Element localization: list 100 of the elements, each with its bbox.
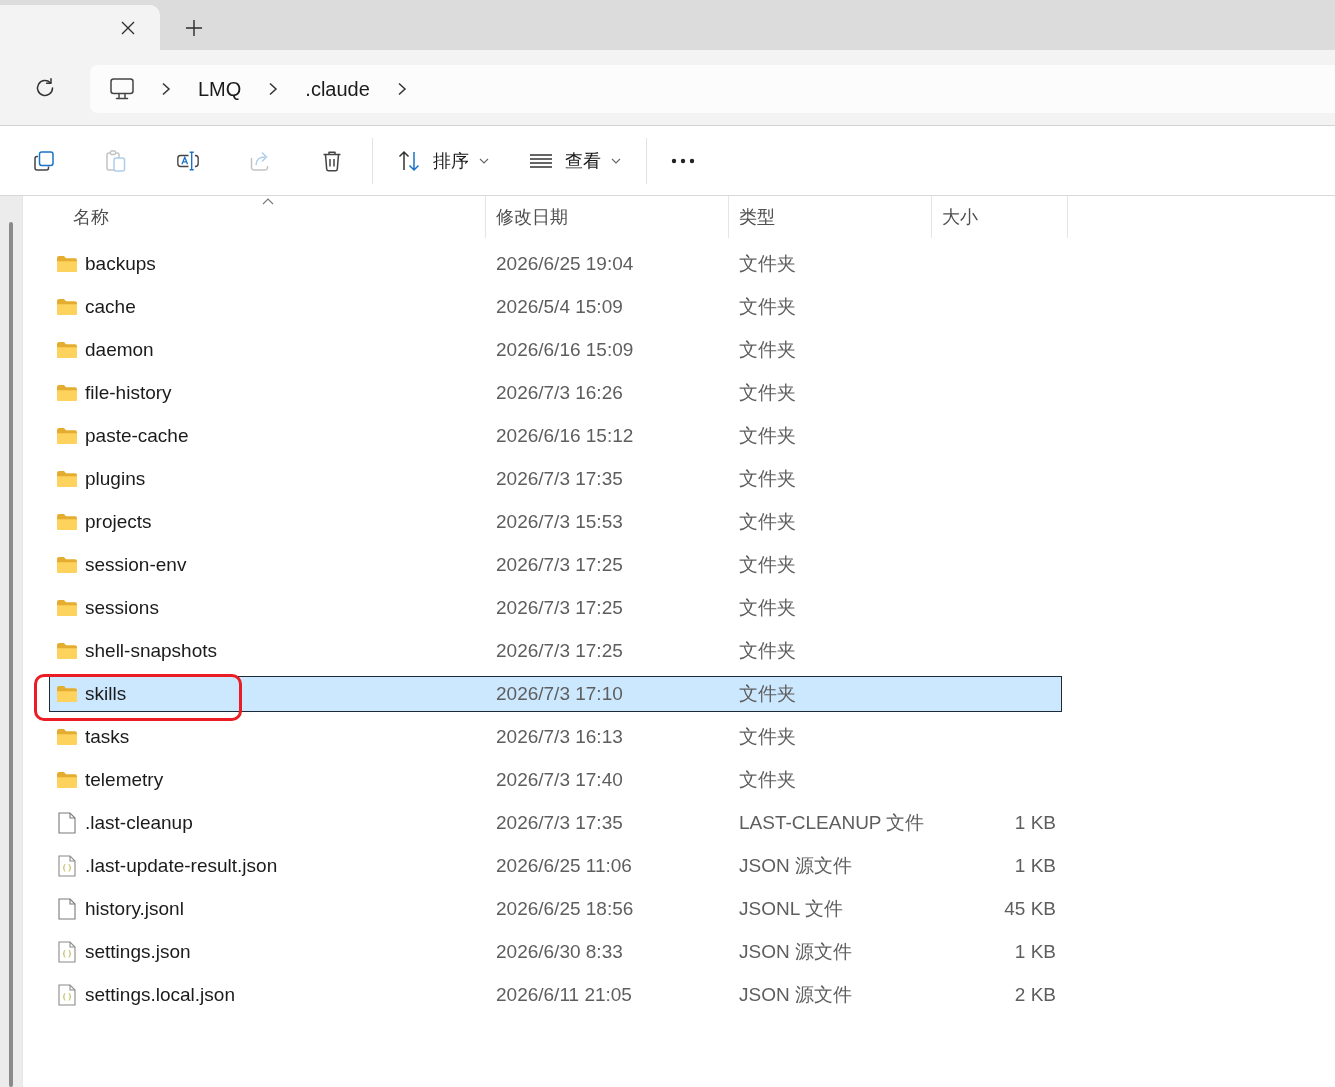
folder-icon <box>56 470 78 488</box>
scrollbar-thumb[interactable] <box>9 222 13 1087</box>
file-row[interactable]: .last-cleanup 2026/7/3 17:35 LAST-CLEANUP 文件 1 KB <box>49 805 1062 841</box>
file-row[interactable]: settings.local.json 2026/6/11 21:05 JSON 源文件 2 KB <box>49 977 1062 1013</box>
chevron-icon[interactable] <box>268 82 279 96</box>
column-header[interactable]: 名称 <box>50 196 486 238</box>
file-name: session-env <box>85 554 187 576</box>
file-row[interactable]: settings.json 2026/6/30 8:33 JSON 源文件 1 KB <box>49 934 1062 970</box>
date-modified: 2026/6/16 15:09 <box>496 339 634 360</box>
date-modified: 2026/6/25 11:06 <box>496 855 632 876</box>
date-modified: 2026/7/3 17:35 <box>496 468 623 489</box>
file-row[interactable]: cache 2026/5/4 15:09 文件夹 <box>49 289 1062 325</box>
plus-icon[interactable] <box>186 20 202 36</box>
column-header[interactable]: 类型 <box>729 196 932 238</box>
folder-icon <box>56 599 78 617</box>
folder-icon <box>56 642 78 660</box>
file-type: 文件夹 <box>739 511 796 532</box>
file-row[interactable]: skills 2026/7/3 17:10 文件夹 <box>49 676 1062 712</box>
file-row[interactable]: paste-cache 2026/6/16 15:12 文件夹 <box>49 418 1062 454</box>
folder-icon <box>56 513 78 531</box>
file-type: 文件夹 <box>739 554 796 575</box>
file-name: .last-cleanup <box>85 812 193 834</box>
file-name: skills <box>85 683 127 705</box>
date-modified: 2026/7/3 17:35 <box>496 812 623 833</box>
file-row[interactable]: .last-update-result.json 2026/6/25 11:06 JSON 源文件 1 KB <box>49 848 1062 884</box>
file-name: daemon <box>85 339 154 361</box>
file-row[interactable]: history.jsonl 2026/6/25 18:56 JSONL 文件 45 KB <box>49 891 1062 927</box>
file-name: .last-update-result.json <box>85 855 278 877</box>
file-name: paste-cache <box>85 425 189 447</box>
address-bar[interactable]: LMQ .claude <box>90 65 1335 113</box>
file-type: 文件夹 <box>739 425 796 446</box>
sort-button[interactable]: 排序 <box>397 148 489 173</box>
close-icon[interactable] <box>121 21 135 35</box>
breadcrumb-item[interactable]: .claude <box>305 77 370 101</box>
date-modified: 2026/6/25 18:56 <box>496 898 634 919</box>
file-name: projects <box>85 511 152 533</box>
file-name: sessions <box>85 597 159 619</box>
file-row[interactable]: plugins 2026/7/3 17:35 文件夹 <box>49 461 1062 497</box>
file-type: LAST-CLEANUP 文件 <box>739 812 925 833</box>
folder-icon <box>56 771 78 789</box>
file-size: 1 KB <box>1014 941 1056 962</box>
date-modified: 2026/6/25 19:04 <box>496 253 634 274</box>
file-name: backups <box>85 253 156 275</box>
file-type: 文件夹 <box>739 339 796 360</box>
file-row[interactable]: shell-snapshots 2026/7/3 17:25 文件夹 <box>49 633 1062 669</box>
file-name: settings.local.json <box>85 984 235 1006</box>
braces-file-icon <box>58 855 76 877</box>
chevron-icon[interactable] <box>396 82 407 96</box>
caret-icon <box>479 157 489 164</box>
file-type: 文件夹 <box>739 253 796 274</box>
chevron-icon[interactable] <box>161 82 171 96</box>
date-modified: 2026/7/3 16:13 <box>496 726 623 747</box>
file-name: cache <box>85 296 136 318</box>
breadcrumb-item[interactable]: LMQ <box>198 77 242 101</box>
file-size: 1 KB <box>1014 812 1056 833</box>
folder-icon <box>56 298 78 316</box>
file-row[interactable]: daemon 2026/6/16 15:09 文件夹 <box>49 332 1062 368</box>
monitor-icon[interactable] <box>110 78 134 100</box>
column-header[interactable]: 修改日期 <box>486 196 729 238</box>
file-row[interactable]: tasks 2026/7/3 16:13 文件夹 <box>49 719 1062 755</box>
file-type: 文件夹 <box>739 683 796 704</box>
file-size: 1 KB <box>1014 855 1056 876</box>
more-icon[interactable] <box>671 157 695 164</box>
date-modified: 2026/7/3 17:25 <box>496 597 623 618</box>
file-type: 文件夹 <box>739 382 796 403</box>
file-row[interactable]: sessions 2026/7/3 17:25 文件夹 <box>49 590 1062 626</box>
file-size: 45 KB <box>1004 898 1056 919</box>
braces-file-icon <box>58 941 76 963</box>
file-row[interactable]: session-env 2026/7/3 17:25 文件夹 <box>49 547 1062 583</box>
date-modified: 2026/7/3 17:25 <box>496 554 623 575</box>
folder-icon <box>56 341 78 359</box>
file-name: shell-snapshots <box>85 640 218 662</box>
file-icon <box>58 812 76 834</box>
file-row[interactable]: file-history 2026/7/3 16:26 文件夹 <box>49 375 1062 411</box>
date-modified: 2026/6/16 15:12 <box>496 425 634 446</box>
folder-icon <box>56 556 78 574</box>
date-modified: 2026/7/3 17:10 <box>496 683 623 704</box>
file-type: JSON 源文件 <box>739 855 852 876</box>
date-modified: 2026/5/4 15:09 <box>496 296 623 317</box>
file-size: 2 KB <box>1014 984 1056 1005</box>
folder-icon <box>56 685 78 703</box>
file-type: JSON 源文件 <box>739 941 852 962</box>
file-row[interactable]: backups 2026/6/25 19:04 文件夹 <box>49 246 1062 282</box>
folder-icon <box>56 427 78 445</box>
folder-icon <box>56 255 78 273</box>
file-row[interactable]: telemetry 2026/7/3 17:40 文件夹 <box>49 762 1062 798</box>
file-name: history.jsonl <box>85 898 184 920</box>
column-header[interactable]: 大小 <box>932 196 1068 238</box>
file-row[interactable]: projects 2026/7/3 15:53 文件夹 <box>49 504 1062 540</box>
date-modified: 2026/6/11 21:05 <box>496 984 632 1005</box>
date-modified: 2026/7/3 15:53 <box>496 511 623 532</box>
file-type: 文件夹 <box>739 296 796 317</box>
file-name: plugins <box>85 468 146 490</box>
folder-icon <box>56 728 78 746</box>
view-button[interactable]: 查看 <box>529 148 621 173</box>
file-name: settings.json <box>85 941 191 963</box>
copy-icon[interactable] <box>32 148 56 173</box>
file-type: JSON 源文件 <box>739 984 852 1005</box>
file-type: JSONL 文件 <box>739 898 843 919</box>
date-modified: 2026/6/30 8:33 <box>496 941 623 962</box>
